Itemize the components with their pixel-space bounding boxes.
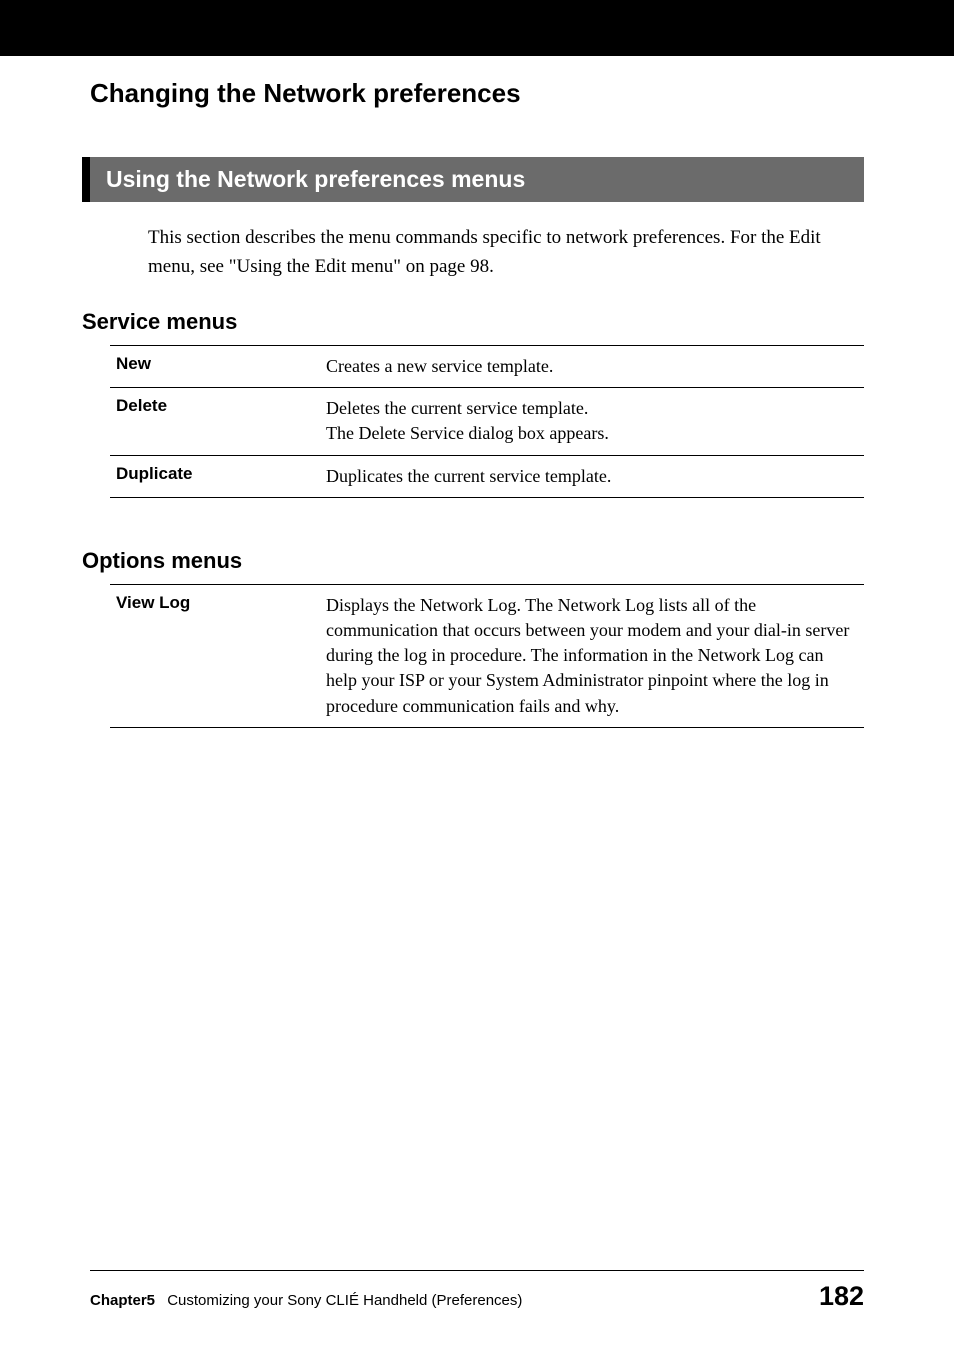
menu-description: Deletes the current service template. Th… (320, 388, 864, 455)
table-row: New Creates a new service template. (110, 346, 864, 388)
menu-label: New (110, 346, 320, 388)
service-menus-heading: Service menus (82, 309, 864, 335)
menu-label: View Log (110, 584, 320, 727)
page-title: Changing the Network preferences (90, 78, 864, 109)
options-menus-table: View Log Displays the Network Log. The N… (110, 584, 864, 728)
footer-chapter-title: Customizing your Sony CLIÉ Handheld (Pre… (167, 1292, 522, 1309)
table-row: Duplicate Duplicates the current service… (110, 455, 864, 497)
menu-description: Creates a new service template. (320, 346, 864, 388)
table-row: View Log Displays the Network Log. The N… (110, 584, 864, 727)
page-footer: Chapter5 Customizing your Sony CLIÉ Hand… (90, 1270, 864, 1312)
section-heading: Using the Network preferences menus (82, 157, 864, 202)
table-row: Delete Deletes the current service templ… (110, 388, 864, 455)
menu-description: Displays the Network Log. The Network Lo… (320, 584, 864, 727)
menu-description: Duplicates the current service template. (320, 455, 864, 497)
footer-page-number: 182 (819, 1281, 864, 1312)
content-area: Changing the Network preferences Using t… (0, 78, 954, 728)
menu-label: Delete (110, 388, 320, 455)
service-menus-table: New Creates a new service template. Dele… (110, 345, 864, 498)
intro-paragraph: This section describes the menu commands… (148, 224, 864, 281)
options-menus-heading: Options menus (82, 548, 864, 574)
menu-label: Duplicate (110, 455, 320, 497)
footer-chapter-info: Chapter5 Customizing your Sony CLIÉ Hand… (90, 1292, 522, 1309)
footer-chapter-label: Chapter5 (90, 1292, 155, 1309)
header-bar (0, 0, 954, 56)
